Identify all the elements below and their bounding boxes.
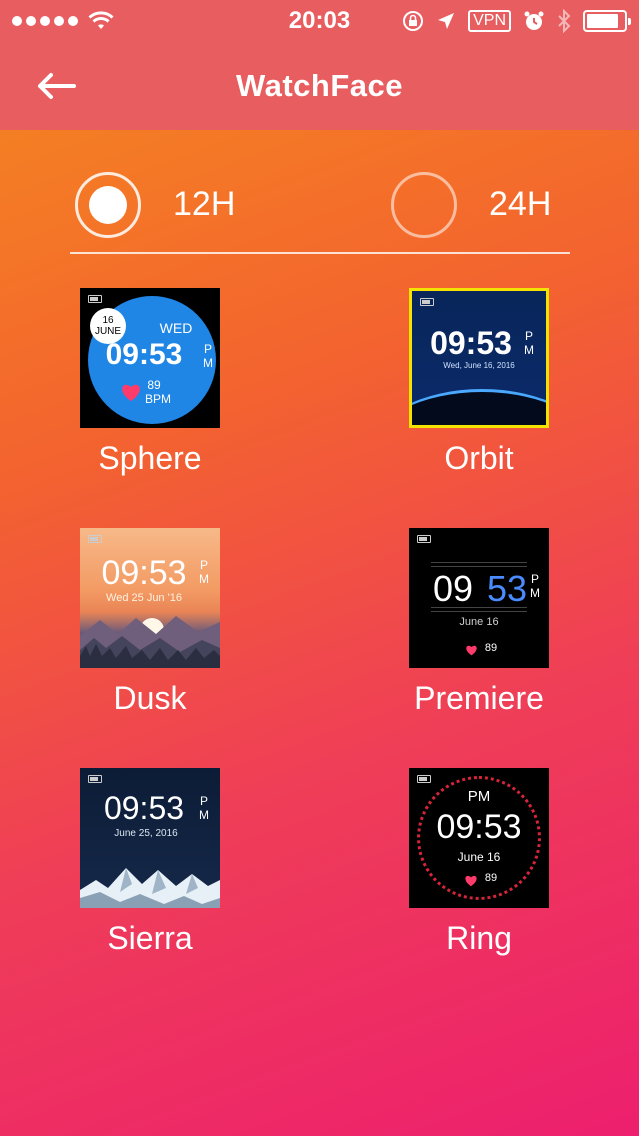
back-arrow-icon — [38, 73, 76, 99]
wifi-icon — [88, 11, 114, 29]
signal-strength-icon — [12, 16, 78, 26]
radio-12h[interactable] — [75, 172, 141, 238]
divider-line — [431, 611, 527, 612]
radio-24h[interactable] — [391, 172, 457, 238]
divider-line — [431, 566, 527, 567]
status-right: VPN — [402, 9, 631, 33]
watch-date: Wed 25 Jun '16 — [106, 592, 182, 604]
bluetooth-icon — [558, 9, 571, 33]
battery-icon — [88, 535, 102, 543]
snowy-mountains — [80, 868, 220, 908]
ampm-m: M — [530, 586, 540, 600]
watch-date: Wed, June 16, 2016 — [443, 361, 515, 370]
ampm-label: PM — [467, 788, 491, 805]
divider-line — [431, 562, 527, 563]
battery-icon — [420, 298, 434, 306]
watch-time: 09:53 — [436, 808, 522, 846]
back-button[interactable] — [36, 64, 80, 108]
divider — [70, 252, 570, 254]
watchface-name: Dusk — [113, 680, 187, 716]
bpm-value: 89 — [484, 872, 498, 884]
watchface-sierra[interactable]: 09:53 P M June 25, 2016 Sierra — [50, 768, 250, 957]
battery-icon — [417, 775, 431, 783]
status-bar: 20:03 VPN — [0, 0, 639, 42]
mountain-landscape — [80, 616, 220, 668]
watchface-orbit[interactable]: 09:53 P M Wed, June 16, 2016 Orbit — [379, 288, 579, 477]
ampm-m: M — [199, 808, 209, 822]
watchface-thumbnail[interactable]: PM 09:53 June 16 89 — [409, 768, 549, 908]
battery-icon — [583, 10, 631, 32]
bpm-unit: BPM — [144, 392, 171, 406]
battery-icon — [88, 295, 102, 303]
status-left — [12, 11, 114, 31]
ampm-p: P — [199, 558, 208, 572]
bpm-value: 89 — [147, 378, 161, 392]
radio-12h-label[interactable]: 12H — [173, 185, 235, 224]
watchface-thumbnail[interactable]: 09:53 P M Wed, June 16, 2016 — [409, 288, 549, 428]
watchface-thumbnail[interactable]: 16 JUNE WED 09:53 P M 89 BPM — [80, 288, 220, 428]
watchface-name: Sphere — [98, 440, 202, 476]
ampm-m: M — [199, 572, 209, 586]
watch-date: June 16 — [459, 616, 499, 628]
ampm-m: M — [524, 343, 534, 357]
alarm-clock-icon — [524, 11, 544, 30]
watchface-thumbnail[interactable]: 09 53 P M June 16 89 — [409, 528, 549, 668]
ampm-p: P — [203, 342, 212, 356]
watchface-sphere[interactable]: 16 JUNE WED 09:53 P M 89 BPM Sphere — [50, 288, 250, 477]
weekday-label: WED — [159, 320, 193, 336]
orbit-arc — [412, 389, 546, 425]
watchface-dusk[interactable]: 09:53 P M Wed 25 Jun '16 Dusk — [50, 528, 250, 717]
ampm-m: M — [203, 356, 213, 370]
ampm-p: P — [530, 572, 539, 586]
bpm-value: 89 — [484, 642, 498, 654]
watchface-premiere[interactable]: 09 53 P M June 16 89 Premiere — [379, 528, 579, 717]
battery-icon — [88, 775, 102, 783]
page-title: WatchFace — [235, 68, 403, 103]
vpn-badge: VPN — [468, 10, 511, 32]
watchface-thumbnail[interactable]: 09:53 P M June 25, 2016 — [80, 768, 220, 908]
ampm-p: P — [524, 329, 533, 343]
watchface-ring[interactable]: PM 09:53 June 16 89 Ring — [379, 768, 579, 957]
watchface-name: Ring — [446, 920, 512, 956]
watch-date: June 25, 2016 — [114, 828, 178, 839]
battery-icon — [417, 535, 431, 543]
watch-date: June 16 — [457, 850, 501, 864]
watchface-thumbnail[interactable]: 09:53 P M Wed 25 Jun '16 — [80, 528, 220, 668]
time-format-selector: 12H 24H — [0, 168, 639, 248]
location-arrow-icon — [438, 13, 455, 29]
watchface-name: Premiere — [414, 680, 544, 716]
ampm-p: P — [199, 794, 208, 808]
nav-bar: WatchFace — [0, 42, 639, 130]
watchface-name: Sierra — [107, 920, 193, 956]
rotation-lock-icon — [403, 11, 424, 31]
radio-24h-label[interactable]: 24H — [489, 185, 551, 224]
watchface-name: Orbit — [444, 440, 514, 476]
